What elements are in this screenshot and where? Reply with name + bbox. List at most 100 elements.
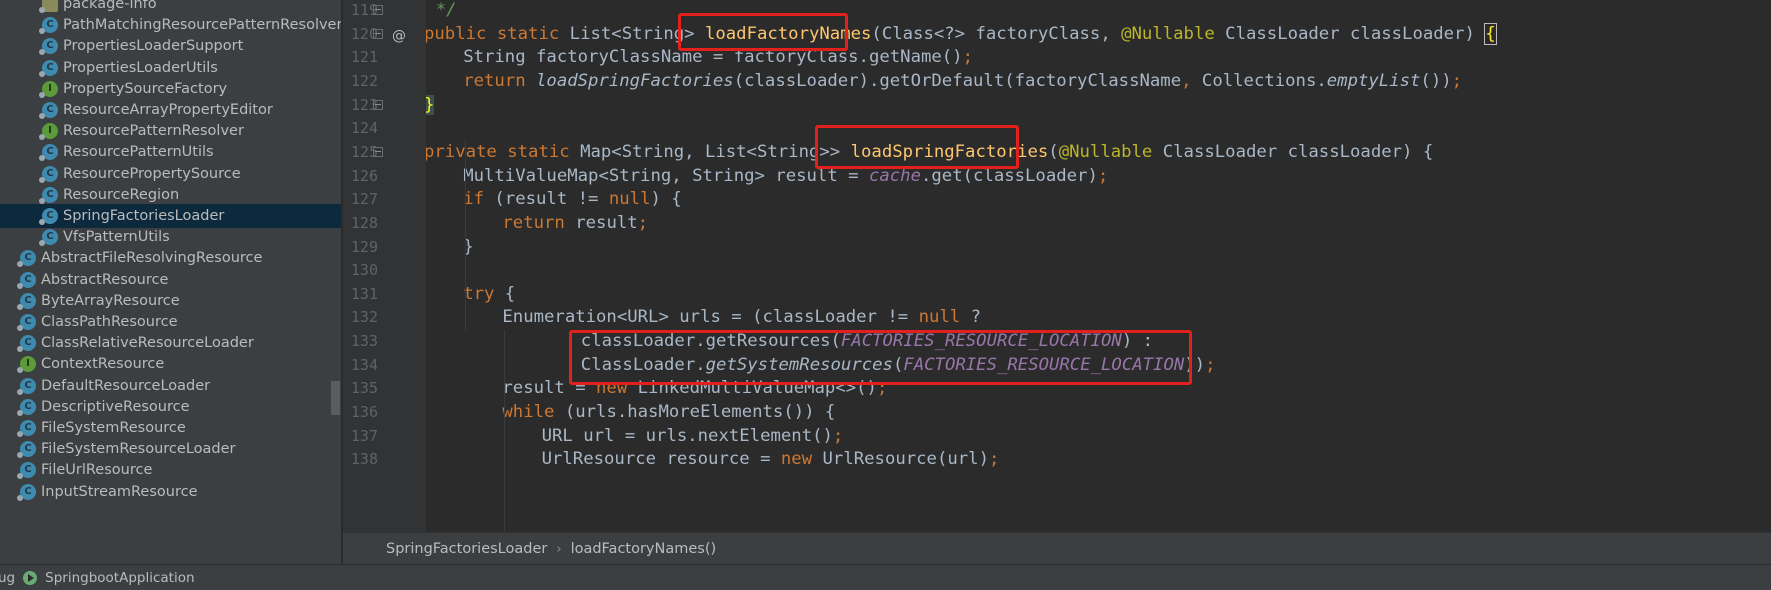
code-token: Enumeration<URL> urls = (classLoader != bbox=[502, 307, 919, 328]
fold-marker-icon[interactable] bbox=[373, 99, 383, 110]
code-token: static bbox=[507, 141, 570, 162]
tree-item-label: PathMatchingResourcePatternResolver bbox=[63, 17, 341, 34]
tree-item[interactable]: C InputStreamResource bbox=[0, 480, 341, 504]
tree-item-label: ResourcePatternResolver bbox=[63, 123, 244, 140]
class-icon: C bbox=[17, 335, 36, 353]
breadcrumb-class[interactable]: SpringFactoriesLoader bbox=[386, 541, 547, 557]
code-token: (result != bbox=[484, 189, 609, 210]
tree-item-label: ByteArrayResource bbox=[41, 292, 180, 309]
code-token: result bbox=[564, 212, 638, 233]
code-token: ; bbox=[637, 212, 649, 233]
class-icon: C bbox=[39, 144, 58, 162]
code-token: ; bbox=[1097, 165, 1109, 186]
tree-item-label: InputStreamResource bbox=[41, 483, 198, 500]
tree-item-label: FileSystemResourceLoader bbox=[41, 441, 236, 458]
line-number: 133 bbox=[350, 332, 378, 351]
line-number: 122 bbox=[350, 71, 378, 90]
code-token: ; bbox=[988, 449, 1000, 470]
code-line[interactable]: return result; bbox=[502, 211, 648, 235]
tree-item-label: ResourcePropertySource bbox=[63, 165, 241, 182]
code-token: ; bbox=[1205, 354, 1216, 375]
project-tree[interactable]: package-info C PathMatchingResourcePattern… bbox=[0, 0, 341, 564]
line-number: 128 bbox=[350, 213, 378, 232]
code-line[interactable]: */ bbox=[436, 0, 457, 22]
run-icon[interactable] bbox=[23, 570, 38, 585]
editor-gutter: @ 119 120 121 122 123 124 125 126 127 128 129 130 13… bbox=[343, 0, 426, 532]
code-token: ; bbox=[962, 47, 973, 68]
override-marker-icon[interactable]: @ bbox=[392, 28, 406, 44]
code-line[interactable]: return loadSpringFactories(classLoader).… bbox=[463, 69, 1462, 93]
editor-scrollbar[interactable] bbox=[1761, 0, 1771, 532]
status-bar: ug SpringbootApplication bbox=[0, 564, 1771, 590]
tree-item-label: DefaultResourceLoader bbox=[41, 377, 211, 394]
code-line[interactable]: } bbox=[426, 93, 435, 117]
tree-item-label: ResourceArrayPropertyEditor bbox=[63, 102, 273, 118]
tree-scrollbar-thumb[interactable] bbox=[331, 381, 340, 415]
class-icon: C bbox=[39, 208, 58, 225]
fold-marker-icon[interactable] bbox=[373, 146, 383, 157]
code-token: Map<String, List<String>> bbox=[569, 141, 851, 162]
code-token: */ bbox=[435, 0, 457, 20]
line-number: 131 bbox=[350, 284, 378, 303]
tree-item-label: DescriptiveResource bbox=[41, 398, 190, 415]
code-token: ( bbox=[1048, 141, 1059, 162]
class-icon: C bbox=[39, 186, 58, 204]
code-token: (classLoader).getOrDefault(factoryClassN… bbox=[733, 70, 1182, 91]
indent-guide bbox=[465, 140, 466, 330]
code-line[interactable]: URL url = urls.nextElement(); bbox=[542, 424, 844, 448]
tree-item-label: FileSystemResource bbox=[41, 420, 186, 436]
tree-item-label: AbstractFileResolvingResource bbox=[41, 250, 263, 267]
class-icon: C bbox=[39, 229, 58, 247]
code-token: @Nullable bbox=[1121, 23, 1215, 44]
tree-item-label: VfsPatternUtils bbox=[63, 229, 170, 246]
code-token: if bbox=[463, 189, 484, 210]
code-editor[interactable]: */public static List<String> loadFactory… bbox=[426, 0, 1771, 532]
code-token: } bbox=[426, 94, 435, 115]
interface-icon: I bbox=[17, 356, 36, 374]
run-configuration[interactable]: SpringbootApplication bbox=[45, 570, 194, 586]
code-line[interactable]: if (result != null) { bbox=[463, 187, 682, 211]
highlight-box-loadSpringFactories bbox=[815, 125, 1019, 169]
code-token: UrlResource(url) bbox=[812, 449, 989, 470]
code-token: MultiValueMap<String, String> result = bbox=[463, 165, 869, 186]
line-number: 130 bbox=[350, 261, 378, 280]
line-number: 136 bbox=[350, 403, 378, 422]
class-icon: C bbox=[39, 102, 58, 119]
class-icon: C bbox=[17, 314, 36, 331]
tree-item-label: ResourceRegion bbox=[63, 186, 180, 203]
run-tab-prefix[interactable]: ug bbox=[0, 570, 15, 586]
tree-item-label: FileUrlResource bbox=[41, 462, 153, 479]
line-number: 127 bbox=[350, 190, 378, 209]
code-token: (Class<?> factoryClass, bbox=[871, 23, 1122, 44]
fold-marker-icon[interactable] bbox=[373, 5, 383, 15]
code-line[interactable]: public static List<String> loadFactoryNa… bbox=[426, 22, 1497, 46]
code-token: ()) bbox=[1420, 70, 1452, 91]
code-token: static bbox=[496, 23, 560, 44]
code-line[interactable]: while (urls.hasMoreElements()) { bbox=[502, 400, 835, 424]
breadcrumb: SpringFactoriesLoader › loadFactoryNames… bbox=[343, 532, 1771, 565]
code-line[interactable]: UrlResource resource = new UrlResource(u… bbox=[542, 447, 1000, 471]
code-line[interactable]: try { bbox=[463, 282, 515, 306]
interface-icon: I bbox=[39, 123, 58, 141]
code-token: loadSpringFactories bbox=[536, 70, 734, 91]
indent-guide bbox=[504, 330, 505, 532]
interface-icon: I bbox=[39, 80, 58, 98]
code-token: return bbox=[463, 70, 526, 91]
code-line[interactable]: Enumeration<URL> urls = (classLoader != … bbox=[502, 305, 981, 329]
code-token: @Nullable bbox=[1058, 141, 1153, 162]
class-icon: C bbox=[39, 17, 58, 35]
highlight-box-getResources bbox=[569, 330, 1192, 385]
code-token: , bbox=[1181, 70, 1192, 91]
code-token: { bbox=[494, 283, 516, 304]
code-token: ; bbox=[1451, 70, 1463, 91]
fold-marker-icon[interactable] bbox=[373, 28, 383, 39]
code-token: ; bbox=[832, 425, 844, 446]
line-number: 137 bbox=[350, 426, 378, 445]
tree-item-label: ClassRelativeResourceLoader bbox=[41, 335, 254, 352]
breadcrumb-method[interactable]: loadFactoryNames() bbox=[571, 541, 717, 557]
line-number: 129 bbox=[350, 237, 378, 256]
line-number: 135 bbox=[350, 379, 378, 398]
class-icon: C bbox=[17, 271, 36, 289]
